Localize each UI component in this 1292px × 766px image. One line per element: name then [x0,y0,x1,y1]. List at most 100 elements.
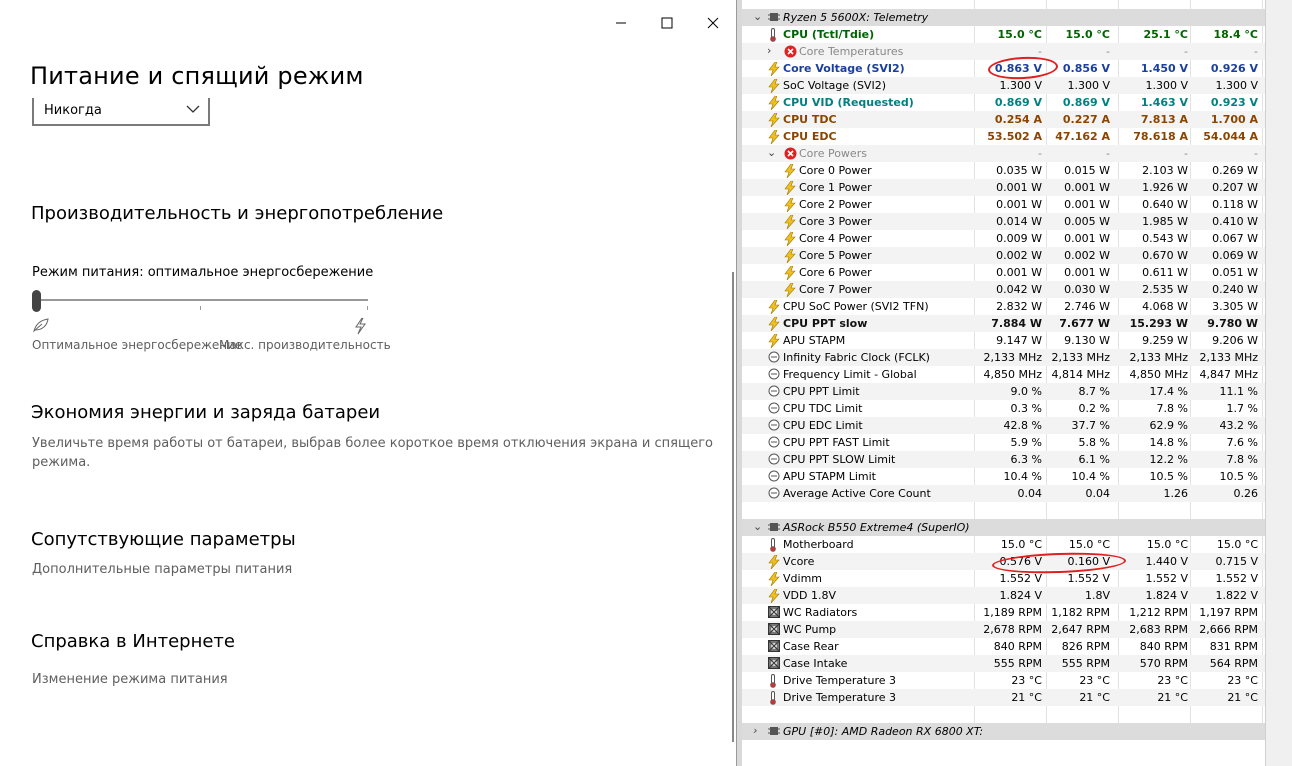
sensor-row[interactable]: APU STAPM 9.147 W 9.130 W 9.259 W 9.206 W [742,332,1292,349]
current-value: 2,133 MHz [983,351,1042,364]
sensor-row[interactable]: WC Pump 2,678 RPM 2,647 RPM 2,683 RPM 2,666 … [742,621,1292,638]
sensor-row[interactable]: CPU EDC Limit 42.8 % 37.7 % 62.9 % 43.2 % [742,417,1292,434]
sensor-row[interactable]: CPU EDC 53.502 A 47.162 A 78.618 A 54.044 A [742,128,1292,145]
sensor-label: CPU VID (Requested) [783,96,914,109]
sensor-row[interactable]: Core 3 Power 0.014 W 0.005 W 1.985 W 0.410 W [742,213,1292,230]
sensor-row[interactable]: APU STAPM Limit 10.4 % 10.4 % 10.5 % 10.5 % [742,468,1292,485]
sensor-label: Ryzen 5 5600X: Telemetry [783,11,929,24]
average-value: 7.6 % [1226,436,1258,449]
sensor-row[interactable]: Vdimm 1.552 V 1.552 V 1.552 V 1.552 V [742,570,1292,587]
average-value: 0.207 W [1212,181,1258,194]
sensor-group-row[interactable]: › GPU [#0]: AMD Radeon RX 6800 XT: [742,723,1292,740]
sensor-row[interactable]: CPU TDC Limit 0.3 % 0.2 % 7.8 % 1.7 % [742,400,1292,417]
maximum-value: 21 °C [1157,691,1188,704]
sensor-row[interactable]: Drive Temperature 3 21 °C 21 °C 21 °C 21 °C [742,689,1292,706]
sensor-row[interactable]: Motherboard 15.0 °C 15.0 °C 15.0 °C 15.0 °C [742,536,1292,553]
sensor-group-row[interactable]: ⌄ ASRock B550 Extreme4 (SuperIO) [742,519,1292,536]
sensor-row[interactable]: Case Rear 840 RPM 826 RPM 840 RPM 831 RPM [742,638,1292,655]
sensor-row[interactable]: CPU VID (Requested) 0.869 V 0.869 V 1.463 V… [742,94,1292,111]
sensor-row[interactable]: CPU SoC Power (SVI2 TFN) 2.832 W 2.746 W 4.… [742,298,1292,315]
change-power-mode-link[interactable]: Изменение режима питания [32,672,228,687]
average-value: 1.7 % [1226,402,1258,415]
sensor-row[interactable]: CPU TDC 0.254 A 0.227 A 7.813 A 1.700 A [742,111,1292,128]
maximum-value: 0.611 W [1142,266,1188,279]
bolt-icon [784,265,796,281]
expand-toggle-icon[interactable]: ⌄ [767,146,776,159]
sensor-row[interactable]: Core 5 Power 0.002 W 0.002 W 0.670 W 0.069 W [742,247,1292,264]
sleep-dropdown-value: Никогда [44,103,102,118]
current-value: 0.001 W [996,198,1042,211]
sensor-row[interactable]: Frequency Limit - Global 4,850 MHz 4,814 M… [742,366,1292,383]
sensor-row[interactable]: CPU PPT Limit 9.0 % 8.7 % 17.4 % 11.1 % [742,383,1292,400]
sensor-row[interactable]: Core 0 Power 0.035 W 0.015 W 2.103 W 0.269 W [742,162,1292,179]
current-value: 53.502 A [987,130,1042,143]
average-value: 1.822 V [1215,589,1258,602]
average-value: 0.923 V [1210,96,1258,109]
sensor-row[interactable]: Core 2 Power 0.001 W 0.001 W 0.640 W 0.118 W [742,196,1292,213]
sensor-row[interactable]: VDD 1.8V 1.824 V 1.8V 1.824 V 1.822 V [742,587,1292,604]
minimize-button[interactable] [598,8,644,38]
maximum-value: 1.552 V [1145,572,1188,585]
sensor-group-row[interactable]: ⌄ Ryzen 5 5600X: Telemetry [742,9,1292,26]
current-value: 0.009 W [996,232,1042,245]
current-value: 0.001 W [996,266,1042,279]
maximum-value: 7.813 A [1140,113,1188,126]
sensor-row[interactable]: WC Radiators 1,189 RPM 1,182 RPM 1,212 RPM 1… [742,604,1292,621]
chip-icon [768,11,780,24]
maximum-value: 62.9 % [1149,419,1188,432]
sensor-row[interactable]: Core 7 Power 0.042 W 0.030 W 2.535 W 0.240 W [742,281,1292,298]
close-button[interactable] [690,8,736,38]
average-value: 54.044 A [1203,130,1258,143]
additional-power-settings-link[interactable]: Дополнительные параметры питания [32,562,292,577]
sleep-dropdown[interactable]: Никогда [32,98,210,126]
sensor-row[interactable]: Drive Temperature 3 23 °C 23 °C 23 °C 23 °C [742,672,1292,689]
minimum-value: 15.0 °C [1065,28,1110,41]
slider-track[interactable] [36,299,368,301]
sensor-row[interactable]: SoC Voltage (SVI2) 1.300 V 1.300 V 1.300 V 1… [742,77,1292,94]
average-value: 21 °C [1227,691,1258,704]
maximum-value: 1.300 V [1145,79,1188,92]
sensor-row[interactable]: CPU PPT SLOW Limit 6.3 % 6.1 % 12.2 % 7.8 % [742,451,1292,468]
sensor-row[interactable]: Core 6 Power 0.001 W 0.001 W 0.611 W 0.051 W [742,264,1292,281]
sensor-row[interactable]: CPU PPT FAST Limit 5.9 % 5.8 % 14.8 % 7.6 % [742,434,1292,451]
sensor-label: CPU PPT Limit [783,385,860,398]
minimum-value: 9.130 W [1064,334,1110,347]
bolt-icon [768,112,780,128]
sensor-row[interactable]: Core 4 Power 0.009 W 0.001 W 0.543 W 0.067 W [742,230,1292,247]
maximum-value: 2,683 RPM [1129,623,1188,636]
maximum-value: 1,212 RPM [1129,606,1188,619]
sensor-label: CPU PPT SLOW Limit [783,453,896,466]
sensor-row[interactable]: Case Intake 555 RPM 555 RPM 570 RPM 564 RPM [742,655,1292,672]
sensor-row[interactable]: Average Active Core Count 0.04 0.04 1.26 0.2… [742,485,1292,502]
average-value: 0.926 V [1210,62,1258,75]
sensor-label: WC Pump [783,623,837,636]
minimum-value: 1.8V [1084,589,1110,602]
maximize-button[interactable] [644,8,690,38]
sensor-label: Average Active Core Count [783,487,931,500]
bolt-icon [784,163,796,179]
expand-toggle-icon[interactable]: › [753,724,757,737]
expand-toggle-icon[interactable]: › [767,44,771,57]
sensor-row[interactable]: CPU PPT slow 7.884 W 7.677 W 15.293 W 9.780 … [742,315,1292,332]
average-value: - [1254,45,1258,58]
sensor-row[interactable]: Infinity Fabric Clock (FCLK) 2,133 MHz 2,1… [742,349,1292,366]
sensor-row[interactable]: CPU (Tctl/Tdie) 15.0 °C 15.0 °C 25.1 °C 18.4… [742,26,1292,43]
average-value: 11.1 % [1219,385,1258,398]
minimum-value: 0.015 W [1064,164,1110,177]
slider-thumb[interactable] [32,290,41,312]
current-value: 0.014 W [996,215,1042,228]
expand-toggle-icon[interactable]: ⌄ [753,520,762,533]
sensor-label: Core 3 Power [799,215,872,228]
expand-toggle-icon[interactable]: ⌄ [753,10,762,23]
battery-text-line2: режима. [32,455,91,470]
bolt-icon [784,282,796,298]
sensor-label: CPU TDC Limit [783,402,863,415]
minimum-value: 5.8 % [1078,436,1110,449]
bolt-icon [768,554,780,570]
thermometer-icon [768,538,780,552]
average-value: 0.715 V [1215,555,1258,568]
scrollbar[interactable] [732,272,734,742]
hwinfo-scrollbar[interactable] [1265,0,1292,766]
sensor-row[interactable]: Core 1 Power 0.001 W 0.001 W 1.926 W 0.207 W [742,179,1292,196]
sensor-row[interactable]: ⌄ Core Powers - - - - [742,145,1292,162]
